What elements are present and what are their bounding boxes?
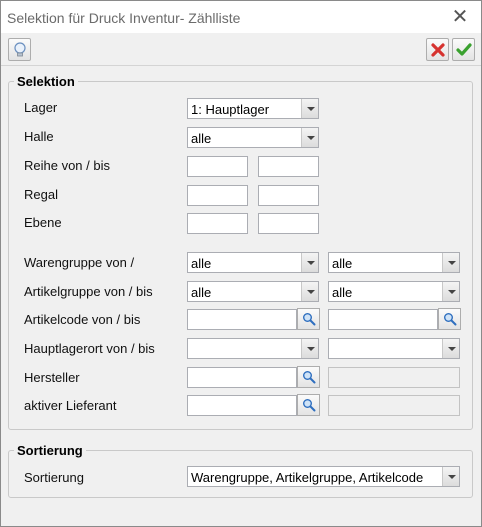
search-icon bbox=[302, 371, 315, 384]
chevron-down-icon[interactable] bbox=[442, 282, 459, 301]
artikelgruppe-label: Artikelgruppe von / bis bbox=[24, 284, 153, 299]
chevron-down-icon[interactable] bbox=[301, 339, 318, 358]
hint-button[interactable] bbox=[8, 38, 31, 61]
close-icon[interactable]: ✕ bbox=[448, 5, 472, 29]
window-title: Selektion für Druck Inventur- Zählliste bbox=[7, 10, 241, 26]
ebene-label: Ebene bbox=[24, 215, 62, 230]
warengruppe-label: Warengruppe von / bbox=[24, 255, 135, 270]
lager-label: Lager bbox=[24, 100, 58, 115]
cancel-button[interactable] bbox=[426, 38, 449, 61]
chevron-down-icon[interactable] bbox=[301, 253, 318, 272]
hauptlagerort-von-select[interactable] bbox=[187, 338, 319, 359]
lieferant-input[interactable] bbox=[187, 395, 297, 416]
ebene-bis-input[interactable] bbox=[258, 213, 319, 234]
artikelgruppe-von-select[interactable]: alle bbox=[187, 281, 319, 302]
sortierung-select[interactable]: Warengruppe, Artikelgruppe, Artikelcode bbox=[187, 466, 460, 487]
selektion-title: Selektion bbox=[14, 74, 78, 89]
warengruppe-bis-value: alle bbox=[332, 256, 353, 271]
reihe-label: Reihe von / bis bbox=[24, 158, 110, 173]
chevron-down-icon[interactable] bbox=[442, 467, 459, 486]
artikelcode-bis-input[interactable] bbox=[328, 309, 438, 330]
warengruppe-von-select[interactable]: alle bbox=[187, 252, 319, 273]
artikelcode-von-search-button[interactable] bbox=[297, 308, 320, 330]
hauptlagerort-bis-select[interactable] bbox=[328, 338, 460, 359]
chevron-down-icon[interactable] bbox=[442, 339, 459, 358]
hersteller-search-button[interactable] bbox=[297, 366, 320, 388]
confirm-button[interactable] bbox=[452, 38, 475, 61]
sortierung-title: Sortierung bbox=[14, 443, 86, 458]
lieferant-name-display bbox=[328, 395, 460, 416]
chevron-down-icon[interactable] bbox=[301, 128, 318, 147]
artikelgruppe-bis-select[interactable]: alle bbox=[328, 281, 460, 302]
warengruppe-von-value: alle bbox=[191, 256, 212, 271]
regal-von-input[interactable] bbox=[187, 185, 248, 206]
artikelcode-bis-search-button[interactable] bbox=[438, 308, 461, 330]
hersteller-input[interactable] bbox=[187, 367, 297, 388]
reihe-von-input[interactable] bbox=[187, 156, 248, 177]
sortierung-value: Warengruppe, Artikelgruppe, Artikelcode bbox=[191, 470, 424, 485]
sortierung-label: Sortierung bbox=[24, 470, 84, 485]
checkmark-icon bbox=[455, 42, 472, 56]
dialog-window: Selektion für Druck Inventur- Zählliste … bbox=[0, 0, 482, 527]
title-bar: Selektion für Druck Inventur- Zählliste … bbox=[1, 1, 481, 33]
artikelcode-von-input[interactable] bbox=[187, 309, 297, 330]
halle-value: alle bbox=[191, 131, 212, 146]
halle-select[interactable]: alle bbox=[187, 127, 319, 148]
artikelgruppe-von-value: alle bbox=[191, 285, 212, 300]
chevron-down-icon[interactable] bbox=[301, 282, 318, 301]
search-icon bbox=[302, 313, 315, 326]
search-icon bbox=[443, 313, 456, 326]
reihe-bis-input[interactable] bbox=[258, 156, 319, 177]
artikelgruppe-bis-value: alle bbox=[332, 285, 353, 300]
chevron-down-icon[interactable] bbox=[301, 99, 318, 118]
artikelcode-label: Artikelcode von / bis bbox=[24, 312, 141, 327]
cancel-icon bbox=[430, 42, 445, 57]
hersteller-label: Hersteller bbox=[24, 370, 80, 385]
regal-bis-input[interactable] bbox=[258, 185, 319, 206]
hauptlagerort-label: Hauptlagerort von / bis bbox=[24, 341, 155, 356]
toolbar bbox=[1, 34, 481, 66]
hersteller-name-display bbox=[328, 367, 460, 388]
lager-value: 1: Hauptlager bbox=[191, 102, 270, 117]
regal-label: Regal bbox=[24, 187, 58, 202]
lieferant-label: aktiver Lieferant bbox=[24, 398, 117, 413]
lightbulb-icon bbox=[13, 41, 26, 56]
search-icon bbox=[302, 399, 315, 412]
warengruppe-bis-select[interactable]: alle bbox=[328, 252, 460, 273]
chevron-down-icon[interactable] bbox=[442, 253, 459, 272]
halle-label: Halle bbox=[24, 129, 54, 144]
lager-select[interactable]: 1: Hauptlager bbox=[187, 98, 319, 119]
ebene-von-input[interactable] bbox=[187, 213, 248, 234]
lieferant-search-button[interactable] bbox=[297, 394, 320, 416]
